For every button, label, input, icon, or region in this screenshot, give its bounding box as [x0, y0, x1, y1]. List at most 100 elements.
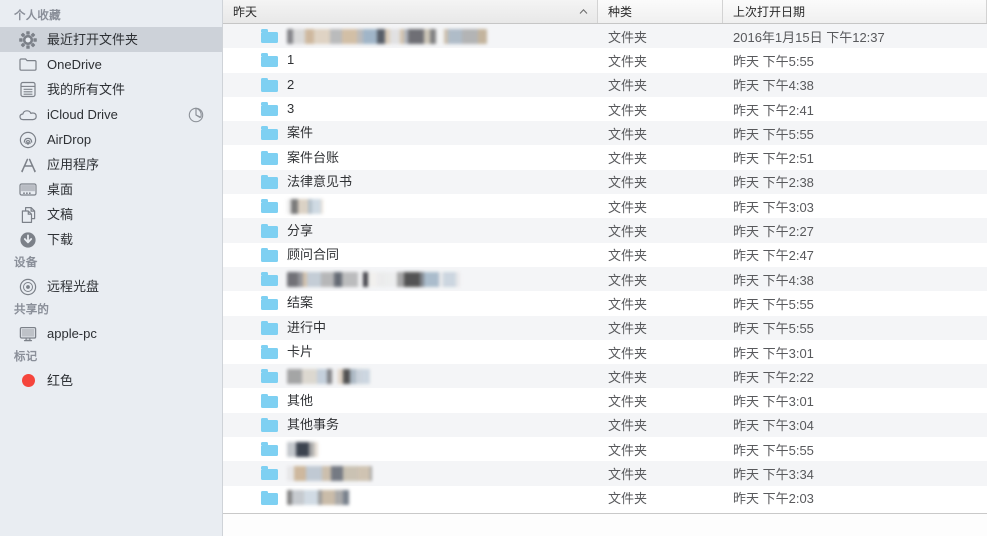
redacted-filename	[287, 490, 350, 506]
sidebar-item-icloud-drive[interactable]: iCloud Drive	[0, 102, 222, 127]
file-date-label: 昨天 下午5:55	[733, 321, 814, 337]
file-name-cell[interactable]	[223, 364, 598, 388]
sidebar-item-应用程序[interactable]: 应用程序	[0, 152, 222, 177]
file-name-cell[interactable]: 法律意见书	[223, 170, 598, 194]
file-date-cell: 昨天 下午5:55	[723, 291, 987, 315]
file-date-label: 昨天 下午2:47	[733, 248, 814, 264]
file-name-label: 卡片	[287, 344, 314, 359]
table-row[interactable]: 文件夹 昨天 下午3:34	[223, 461, 987, 486]
file-date-cell: 昨天 下午2:22	[723, 364, 987, 388]
file-name-cell[interactable]	[223, 194, 598, 218]
sidebar-item-label: 下载	[47, 232, 74, 247]
file-date-label: 昨天 下午3:01	[733, 394, 814, 410]
table-row[interactable]: 1 文件夹 昨天 下午5:55	[223, 48, 987, 73]
folder-icon	[261, 102, 278, 117]
column-header-name[interactable]: 昨天	[223, 0, 598, 23]
file-name-cell[interactable]: 案件	[223, 121, 598, 145]
file-date-cell: 昨天 下午4:38	[723, 73, 987, 97]
sidebar-item-下载[interactable]: 下载	[0, 227, 222, 252]
file-kind-cell: 文件夹	[598, 243, 723, 267]
sidebar-item-label: 我的所有文件	[47, 82, 126, 97]
table-row[interactable]: 卡片 文件夹 昨天 下午3:01	[223, 339, 987, 365]
file-date-cell: 昨天 下午3:34	[723, 461, 987, 485]
column-header-date[interactable]: 上次打开日期	[723, 0, 987, 23]
downloads-icon	[18, 230, 38, 250]
file-kind-label: 文件夹	[608, 442, 648, 458]
redacted-filename	[287, 465, 372, 481]
file-kind-label: 文件夹	[608, 296, 648, 312]
file-kind-cell: 文件夹	[598, 48, 723, 72]
file-name-cell[interactable]: 其他事务	[223, 413, 598, 437]
sidebar-item-远程光盘[interactable]: 远程光盘	[0, 274, 222, 299]
table-row[interactable]: 其他 文件夹 昨天 下午3:01	[223, 388, 987, 413]
table-row[interactable]: 结案 文件夹 昨天 下午5:55	[223, 291, 987, 316]
sidebar-item-红色[interactable]: 红色	[0, 368, 222, 393]
file-name-cell[interactable]: 其他	[223, 388, 598, 412]
file-name-cell[interactable]	[223, 461, 598, 485]
column-header-date-label: 上次打开日期	[733, 5, 806, 19]
table-row[interactable]: 案件台账 文件夹 昨天 下午2:51	[223, 145, 987, 170]
file-name-cell[interactable]: 进行中	[223, 316, 598, 340]
table-row[interactable]: 其他事务 文件夹 昨天 下午3:04	[223, 412, 987, 438]
file-date-label: 昨天 下午3:34	[733, 466, 814, 482]
folder-icon	[261, 393, 278, 408]
file-name-cell[interactable]: 顾问合同	[223, 243, 598, 267]
file-date-cell: 昨天 下午5:55	[723, 121, 987, 145]
file-name-cell[interactable]	[223, 24, 598, 48]
file-name-cell[interactable]	[223, 267, 598, 291]
file-name-cell[interactable]: 案件台账	[223, 145, 598, 169]
file-date-cell: 昨天 下午2:51	[723, 145, 987, 169]
file-name-cell[interactable]: 1	[223, 48, 598, 72]
file-kind-label: 文件夹	[608, 199, 648, 215]
table-row[interactable]: 2 文件夹 昨天 下午4:38	[223, 72, 987, 97]
progress-pie-icon	[187, 106, 204, 123]
sidebar-item-我的所有文件[interactable]: 我的所有文件	[0, 77, 222, 102]
sidebar-item-文稿[interactable]: 文稿	[0, 202, 222, 227]
disc-icon	[18, 277, 38, 297]
file-kind-label: 文件夹	[608, 321, 648, 337]
sidebar-item-airdrop[interactable]: AirDrop	[0, 127, 222, 152]
table-row[interactable]: 法律意见书 文件夹 昨天 下午2:38	[223, 169, 987, 195]
table-row[interactable]: 分享 文件夹 昨天 下午2:27	[223, 218, 987, 243]
table-row[interactable]: 文件夹 2016年1月15日 下午12:37	[223, 24, 987, 49]
sidebar-item-apple-pc[interactable]: apple-pc	[0, 321, 222, 346]
file-date-cell: 昨天 下午3:01	[723, 388, 987, 412]
table-row[interactable]: 文件夹 昨天 下午3:03	[223, 194, 987, 219]
sidebar-section-title: 标记	[14, 351, 38, 363]
file-kind-cell: 文件夹	[598, 97, 723, 121]
table-row[interactable]: 文件夹 昨天 下午5:55	[223, 437, 987, 462]
file-name-cell[interactable]: 卡片	[223, 340, 598, 364]
table-row[interactable]: 案件 文件夹 昨天 下午5:55	[223, 121, 987, 146]
folder-icon	[261, 369, 278, 384]
file-name-label: 1	[287, 52, 295, 68]
sidebar-section-title: 共享的	[14, 304, 50, 316]
file-name-cell[interactable]	[223, 437, 598, 461]
sidebar-item-桌面[interactable]: 桌面	[0, 177, 222, 202]
table-row[interactable]: 文件夹 昨天 下午2:03	[223, 485, 987, 510]
file-name-cell[interactable]: 分享	[223, 218, 598, 242]
table-row[interactable]: 顾问合同 文件夹 昨天 下午2:47	[223, 242, 987, 267]
file-name-label: 2	[287, 76, 295, 92]
file-name-label: 法律意见书	[287, 173, 353, 189]
sidebar-item-label: OneDrive	[47, 57, 102, 72]
applications-icon	[18, 155, 38, 175]
table-row[interactable]: 文件夹 昨天 下午4:38	[223, 266, 987, 292]
table-row[interactable]: 3 文件夹 昨天 下午2:41	[223, 96, 987, 122]
file-name-cell[interactable]: 3	[223, 97, 598, 121]
sidebar-item-最近打开文件夹[interactable]: 最近打开文件夹	[0, 27, 222, 52]
file-name-cell[interactable]: 2	[223, 73, 598, 97]
file-kind-label: 文件夹	[608, 466, 648, 482]
table-row[interactable]: 进行中 文件夹 昨天 下午5:55	[223, 315, 987, 340]
sidebar-item-onedrive[interactable]: OneDrive	[0, 52, 222, 77]
file-date-cell: 昨天 下午3:04	[723, 413, 987, 437]
file-list[interactable]: 文件夹 2016年1月15日 下午12:37 1 文件夹 昨天 下午5:55 2 文件夹 昨天…	[223, 24, 987, 536]
file-name-cell[interactable]: 结案	[223, 291, 598, 315]
column-header-row: 昨天 种类 上次打开日期	[223, 0, 987, 24]
table-row[interactable]: 文件夹 昨天 下午2:22	[223, 364, 987, 389]
column-header-kind[interactable]: 种类	[598, 0, 723, 23]
redacted-filename	[287, 271, 460, 287]
folder-icon	[261, 272, 278, 287]
file-name-label: 顾问合同	[287, 246, 340, 262]
file-date-label: 昨天 下午3:03	[733, 199, 814, 215]
file-name-cell[interactable]	[223, 486, 598, 510]
